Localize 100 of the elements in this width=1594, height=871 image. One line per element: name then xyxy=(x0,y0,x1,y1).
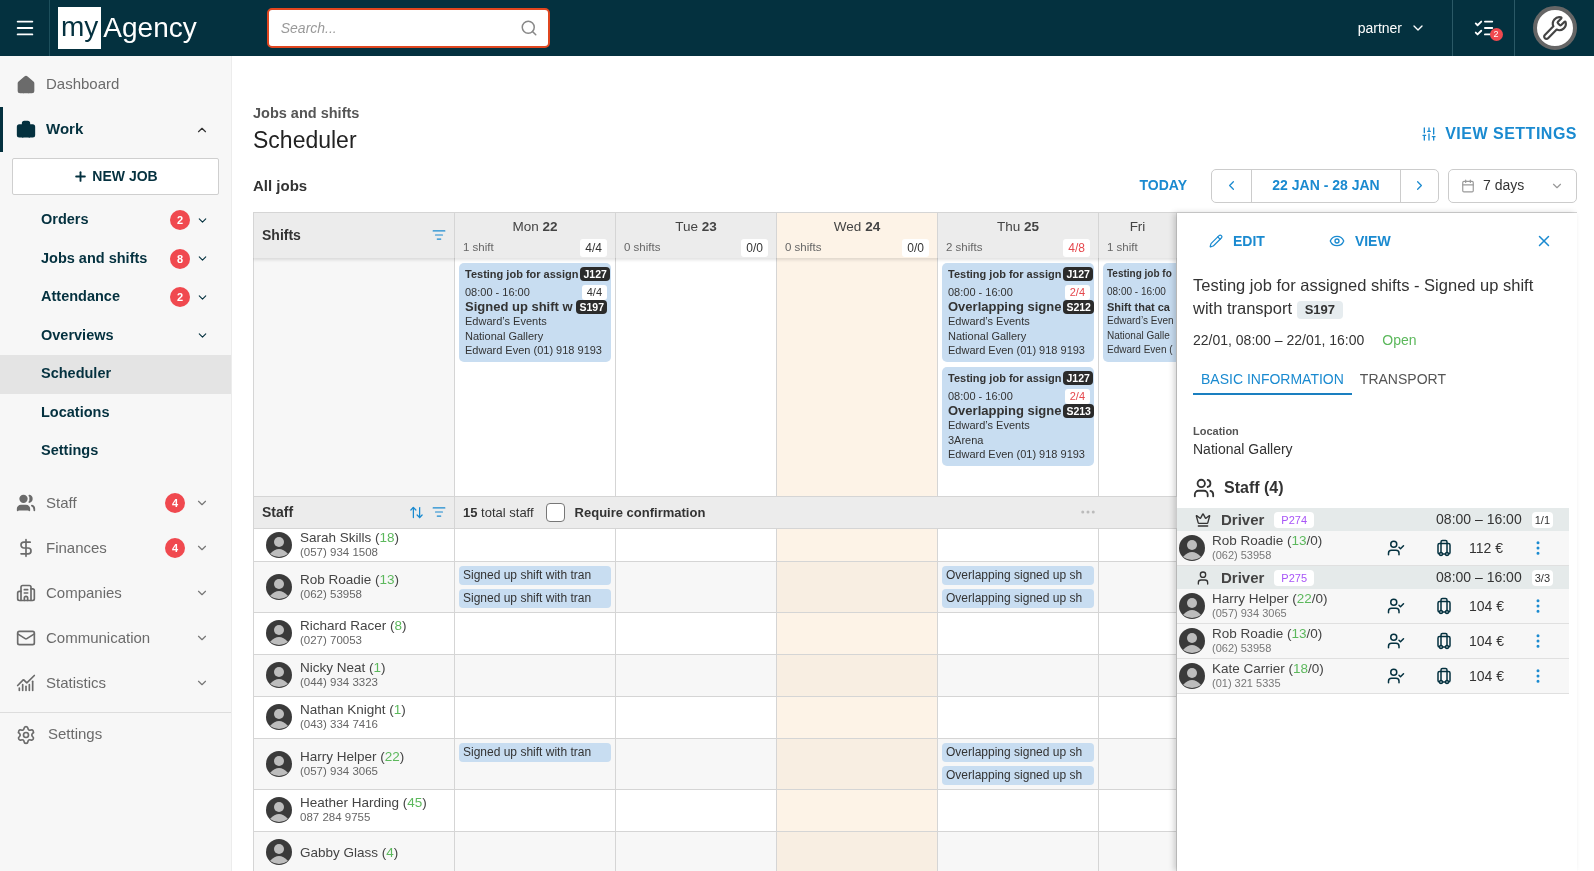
edit-button[interactable]: EDIT xyxy=(1209,230,1265,252)
schedule-cell[interactable] xyxy=(777,789,938,831)
schedule-cell[interactable] xyxy=(777,696,938,738)
new-job-button[interactable]: NEW JOB xyxy=(12,158,219,195)
schedule-cell[interactable] xyxy=(938,654,1099,696)
luggage-icon[interactable] xyxy=(1435,597,1453,616)
staff-assignment-row[interactable]: Kate Carrier (18/0) (01) 321 5335 104 € xyxy=(1177,659,1569,695)
staff-cell[interactable]: Gabby Glass (4) xyxy=(253,831,455,871)
filter-icon[interactable] xyxy=(432,228,446,243)
luggage-icon[interactable] xyxy=(1435,539,1453,558)
schedule-cell[interactable]: Signed up shift with tran xyxy=(455,738,616,789)
sort-icon[interactable] xyxy=(409,504,424,520)
staff-count: (18/0) xyxy=(1288,661,1324,677)
card-detail: National Gallery xyxy=(948,328,1028,344)
sidebar-item[interactable]: Settings xyxy=(0,712,231,757)
schedule-cell[interactable] xyxy=(616,654,777,696)
schedule-cell[interactable] xyxy=(777,654,938,696)
schedule-cell[interactable] xyxy=(777,612,938,654)
schedule-cell[interactable] xyxy=(1099,561,1177,612)
shifts-header: Shifts xyxy=(253,212,455,258)
sidebar-item[interactable]: Finances 4 xyxy=(0,525,231,571)
shift-card[interactable]: Testing job fo 08:00 - 16:00 Shift that ca Edward’s Even National Galle Edward Even ( xyxy=(1103,262,1176,362)
schedule-cell[interactable]: Overlapping signed up sh Overlapping signed up sh xyxy=(938,738,1099,789)
sidebar-subitem[interactable]: Scheduler xyxy=(0,355,231,394)
shift-chip[interactable]: Overlapping signed up sh xyxy=(942,765,1094,785)
staff-title: Staff (4) xyxy=(1224,478,1284,499)
shift-chip[interactable]: Signed up shift with tran xyxy=(459,742,611,762)
user-check-icon[interactable] xyxy=(1387,597,1405,616)
today-button[interactable]: TODAY xyxy=(1139,175,1187,197)
shift-chip[interactable]: Overlapping signed up sh xyxy=(942,742,1094,762)
sidebar-item[interactable]: Statistics xyxy=(0,660,231,706)
tab[interactable]: BASIC INFORMATION xyxy=(1193,368,1352,395)
calendar-icon xyxy=(1461,178,1475,193)
staff-cell[interactable]: Heather Harding (45) 087 284 9755 xyxy=(253,789,455,831)
staffing-ratio: 4/8 xyxy=(1063,239,1090,257)
staff-assignment-row[interactable]: Rob Roadie (13/0) (062) 53958 112 € xyxy=(1177,531,1569,567)
sidebar-item[interactable]: Work xyxy=(0,107,231,152)
schedule-cell[interactable] xyxy=(777,561,938,612)
job-code: J127 xyxy=(1063,266,1093,282)
staff-assignment-row[interactable]: Rob Roadie (13/0) (062) 53958 104 € xyxy=(1177,624,1569,660)
schedule-cell[interactable] xyxy=(455,831,616,871)
shift-chip[interactable]: Overlapping signed up sh xyxy=(942,565,1094,585)
sidebar-item[interactable]: Staff 4 xyxy=(0,480,231,526)
staff-cell[interactable]: Nicky Neat (1) (044) 934 3323 xyxy=(253,654,455,696)
tab[interactable]: TRANSPORT xyxy=(1351,368,1454,395)
staff-cell[interactable]: Rob Roadie (13) (062) 53958 xyxy=(253,561,455,612)
staff-cell[interactable]: Harry Helper (22) (057) 934 3065 xyxy=(253,738,455,789)
shift-card[interactable]: Testing job for assign J127 08:00 - 16:00 2/4 Overlapping signe S212 Edward’s Events National Gallery Edward Even (01) 918 9193 xyxy=(942,262,1094,362)
user-check-icon[interactable] xyxy=(1387,539,1405,558)
schedule-cell[interactable]: Signed up shift with tran Signed up shift with tran xyxy=(455,561,616,612)
shift-count: 1 shift xyxy=(463,240,494,256)
luggage-icon[interactable] xyxy=(1435,667,1453,686)
search-field[interactable]: Search... xyxy=(266,8,550,48)
schedule-cell[interactable] xyxy=(616,561,777,612)
sidebar-item[interactable]: Dashboard xyxy=(0,62,231,107)
staff-cell[interactable]: Sarah Skills (18) (057) 934 1508 xyxy=(253,528,455,561)
schedule-cell[interactable] xyxy=(1099,654,1177,696)
luggage-icon[interactable] xyxy=(1435,632,1453,651)
staff-count: (45) xyxy=(402,795,427,811)
filter-label: All jobs xyxy=(253,175,308,196)
shift-card[interactable]: Testing job for assign J127 08:00 - 16:00 4/4 Signed up shift w S197 Edward’s Events National Gallery Edward Even (01) 918 9193 xyxy=(459,262,611,362)
shift-title: Testing job for assigned shifts - Signed up shift with transport S197 xyxy=(1193,274,1535,320)
schedule-cell[interactable] xyxy=(1099,738,1177,789)
shift-chip[interactable]: Signed up shift with tran xyxy=(459,588,611,608)
avatar xyxy=(266,573,292,600)
user-check-icon[interactable] xyxy=(1387,667,1405,686)
shift-card[interactable]: Testing job for assign J127 08:00 - 16:00 2/4 Overlapping signe S213 Edward’s Events 3Arena Edward Even (01) 918 9193 xyxy=(942,366,1094,466)
schedule-cell[interactable] xyxy=(938,831,1099,871)
require-confirmation-checkbox[interactable]: Require confirmation xyxy=(545,502,706,522)
card-detail: National Galle xyxy=(1107,328,1171,343)
user-check-icon[interactable] xyxy=(1387,632,1405,651)
staff-cell[interactable]: Richard Racer (8) (027) 70053 xyxy=(253,612,455,654)
user-menu[interactable]: partner xyxy=(1357,17,1426,39)
plus-icon xyxy=(73,169,89,184)
sidebar-item[interactable]: Companies xyxy=(0,570,231,616)
schedule-cell[interactable]: Overlapping signed up sh Overlapping signed up sh xyxy=(938,561,1099,612)
schedule-cell[interactable] xyxy=(616,831,777,871)
tasks-button[interactable]: 2 xyxy=(1463,8,1504,48)
view-button[interactable]: VIEW xyxy=(1328,230,1391,252)
account-avatar[interactable] xyxy=(1532,6,1577,50)
job-title: Testing job for assign xyxy=(948,266,1062,282)
schedule-cell[interactable] xyxy=(616,738,777,789)
schedule-cell[interactable] xyxy=(455,654,616,696)
staff-assignment-row[interactable]: Harry Helper (22/0) (057) 934 3065 104 € xyxy=(1177,589,1569,625)
notification-badge: 2 xyxy=(1489,28,1503,41)
total-staff: 15 total staff xyxy=(463,503,534,522)
crown-icon xyxy=(1195,511,1211,528)
shift-chip[interactable]: Signed up shift with tran xyxy=(459,565,611,585)
schedule-cell[interactable] xyxy=(1099,831,1177,871)
schedule-cell[interactable] xyxy=(777,831,938,871)
period-select[interactable]: 7 days xyxy=(1448,168,1577,203)
filter-icon[interactable] xyxy=(432,505,446,520)
view-settings-button[interactable]: VIEW SETTINGS xyxy=(1421,121,1577,146)
shift-chip[interactable]: Overlapping signed up sh xyxy=(942,588,1094,608)
position-header: Driver P274 08:00 – 16:00 1/1 xyxy=(1177,508,1569,532)
schedule-cell[interactable] xyxy=(777,738,938,789)
schedule-cell[interactable] xyxy=(777,528,938,561)
staff-phone: 087 284 9755 xyxy=(300,810,372,826)
staff-cell[interactable]: Nathan Knight (1) (043) 334 7416 xyxy=(253,696,455,738)
sidebar-item[interactable]: Communication xyxy=(0,615,231,661)
